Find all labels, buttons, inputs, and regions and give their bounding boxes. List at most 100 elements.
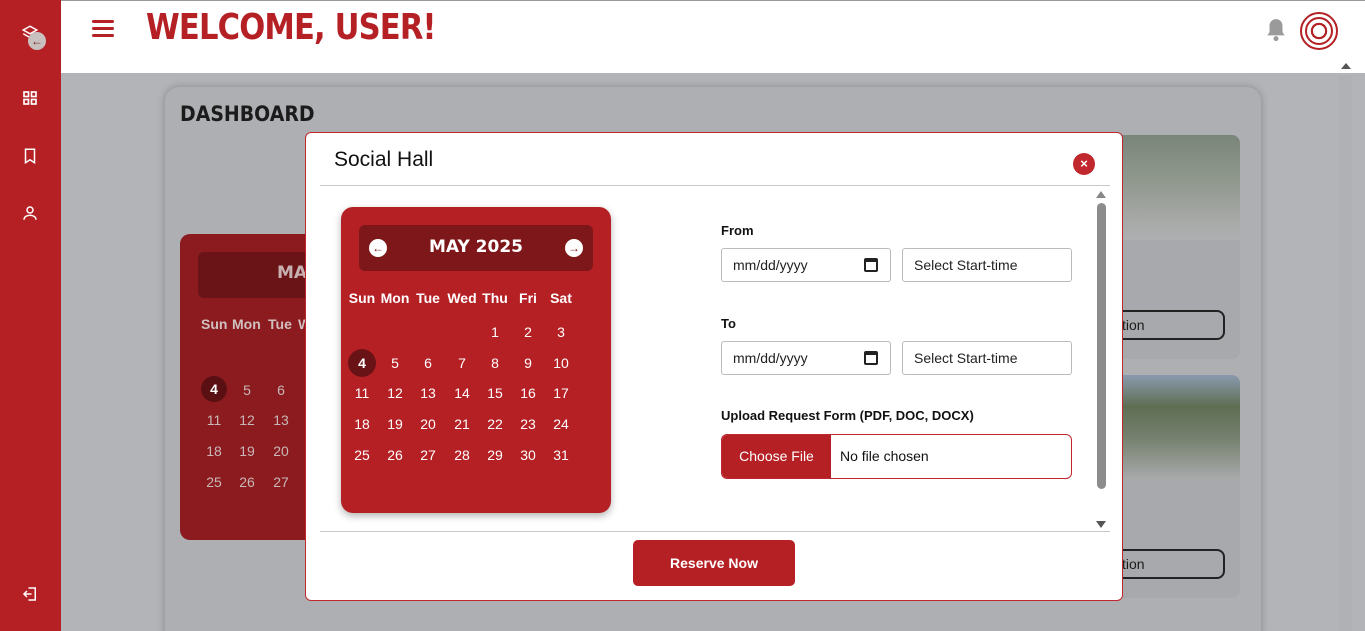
calendar-day[interactable]: 19 xyxy=(381,410,409,438)
bg-day: 19 xyxy=(239,443,255,459)
calendar-day[interactable]: 23 xyxy=(514,410,542,438)
to-date-input[interactable]: mm/dd/yyyy xyxy=(721,341,891,375)
from-date-input[interactable]: mm/dd/yyyy xyxy=(721,248,891,282)
page-scrollbar[interactable] xyxy=(1338,75,1352,631)
calendar-day[interactable]: 14 xyxy=(448,379,476,407)
facility-card-button[interactable]: tion xyxy=(1110,549,1225,579)
from-label: From xyxy=(721,223,754,238)
calendar-day[interactable]: 31 xyxy=(547,441,575,469)
calendar-day[interactable]: 15 xyxy=(481,379,509,407)
modal-scroll-up-arrow[interactable] xyxy=(1096,191,1106,198)
bg-calendar-prev-icon: ← xyxy=(28,32,46,50)
from-date-placeholder: mm/dd/yyyy xyxy=(733,257,808,273)
to-time-select[interactable]: Select Start-time xyxy=(902,341,1072,375)
file-status: No file chosen xyxy=(840,448,929,464)
calendar-header: MAY 2025 ← → xyxy=(359,225,593,271)
calendar-day[interactable]: 27 xyxy=(414,441,442,469)
page-scroll-up-arrow[interactable] xyxy=(1341,63,1351,69)
to-label: To xyxy=(721,316,736,331)
bg-day: 11 xyxy=(206,412,222,428)
calendar-day[interactable]: 26 xyxy=(381,441,409,469)
next-month-icon[interactable]: → xyxy=(565,239,583,257)
day-of-week-label: Thu xyxy=(482,290,508,306)
divider xyxy=(320,185,1110,186)
avatar[interactable] xyxy=(1300,12,1338,50)
seal-logo xyxy=(1305,17,1333,45)
calendar-month-label: MAY 2025 xyxy=(429,237,523,257)
bg-dow: Sun xyxy=(201,316,228,332)
calendar-day[interactable]: 7 xyxy=(448,349,476,377)
bg-day: 13 xyxy=(273,412,289,428)
facility-card-button[interactable]: tion xyxy=(1110,310,1225,340)
bg-day: 12 xyxy=(239,412,255,428)
day-of-week-label: Fri xyxy=(519,290,537,306)
sidebar xyxy=(0,0,61,631)
grid-icon[interactable] xyxy=(20,88,40,108)
bg-day: 26 xyxy=(239,474,255,490)
reserve-now-button[interactable]: Reserve Now xyxy=(633,540,795,586)
logout-icon[interactable] xyxy=(20,584,40,604)
menu-icon[interactable] xyxy=(92,20,114,40)
facility-image xyxy=(1115,375,1240,480)
bg-day: 4 xyxy=(201,376,227,402)
calendar-icon[interactable] xyxy=(864,351,878,365)
calendar-day[interactable]: 1 xyxy=(481,318,509,346)
calendar-day[interactable]: 2 xyxy=(514,318,542,346)
bg-day: 25 xyxy=(206,474,222,490)
calendar-day[interactable]: 29 xyxy=(481,441,509,469)
calendar-day[interactable]: 11 xyxy=(348,379,376,407)
file-upload[interactable]: Choose File No file chosen xyxy=(721,434,1072,479)
day-of-week-label: Mon xyxy=(380,290,410,306)
calendar-day[interactable]: 24 xyxy=(547,410,575,438)
calendar-day[interactable]: 28 xyxy=(448,441,476,469)
calendar-day[interactable]: 25 xyxy=(348,441,376,469)
calendar-day[interactable]: 4 xyxy=(348,348,376,377)
day-of-week-label: Sun xyxy=(348,290,376,306)
calendar-day[interactable]: 30 xyxy=(514,441,542,469)
calendar-day[interactable]: 17 xyxy=(547,379,575,407)
top-header: WELCOME, USER! xyxy=(61,0,1365,73)
day-of-week-label: Wed xyxy=(447,290,477,306)
bg-dow: Tue xyxy=(268,316,292,332)
facility-image xyxy=(1115,135,1240,240)
bg-day: 20 xyxy=(273,443,289,459)
calendar-day[interactable]: 8 xyxy=(481,349,509,377)
bg-day: 5 xyxy=(243,382,251,398)
dashboard-title: DASHBOARD xyxy=(180,102,315,126)
calendar-day[interactable]: 20 xyxy=(414,410,442,438)
upload-label: Upload Request Form (PDF, DOC, DOCX) xyxy=(721,408,974,423)
bookmark-icon[interactable] xyxy=(20,146,40,166)
calendar-day[interactable]: 3 xyxy=(547,318,575,346)
prev-month-icon[interactable]: ← xyxy=(369,239,387,257)
calendar-day[interactable]: 9 xyxy=(514,349,542,377)
calendar-icon[interactable] xyxy=(864,258,878,272)
user-icon[interactable] xyxy=(20,203,40,223)
calendar: MAY 2025 ← → Sun Mon Tue Wed Thu Fri Sat 12345… xyxy=(341,207,611,513)
bg-dow: Mon xyxy=(232,316,261,332)
reservation-modal: Social Hall × MAY 2025 ← → Sun Mon Tue Wed T… xyxy=(305,132,1123,601)
calendar-day[interactable]: 16 xyxy=(514,379,542,407)
calendar-day[interactable]: 5 xyxy=(381,349,409,377)
choose-file-button[interactable]: Choose File xyxy=(722,435,831,478)
calendar-day[interactable]: 21 xyxy=(448,410,476,438)
calendar-day[interactable]: 22 xyxy=(481,410,509,438)
to-date-placeholder: mm/dd/yyyy xyxy=(733,350,808,366)
day-of-week-label: Sat xyxy=(550,290,572,306)
bell-icon[interactable] xyxy=(1263,17,1289,43)
calendar-day[interactable]: 13 xyxy=(414,379,442,407)
calendar-day[interactable]: 12 xyxy=(381,379,409,407)
bg-day: 27 xyxy=(273,474,289,490)
from-time-select[interactable]: Select Start-time xyxy=(902,248,1072,282)
divider xyxy=(320,531,1110,532)
modal-title: Social Hall xyxy=(334,148,434,171)
day-of-week-label: Tue xyxy=(416,290,440,306)
bg-day: 18 xyxy=(206,443,222,459)
modal-scroll-down-arrow[interactable] xyxy=(1096,521,1106,528)
calendar-day[interactable]: 18 xyxy=(348,410,376,438)
bg-day: 6 xyxy=(277,382,285,398)
page-title: WELCOME, USER! xyxy=(146,7,437,48)
modal-scrollbar-thumb[interactable] xyxy=(1097,203,1106,489)
calendar-day[interactable]: 10 xyxy=(547,349,575,377)
close-button[interactable]: × xyxy=(1073,153,1095,175)
calendar-day[interactable]: 6 xyxy=(414,349,442,377)
